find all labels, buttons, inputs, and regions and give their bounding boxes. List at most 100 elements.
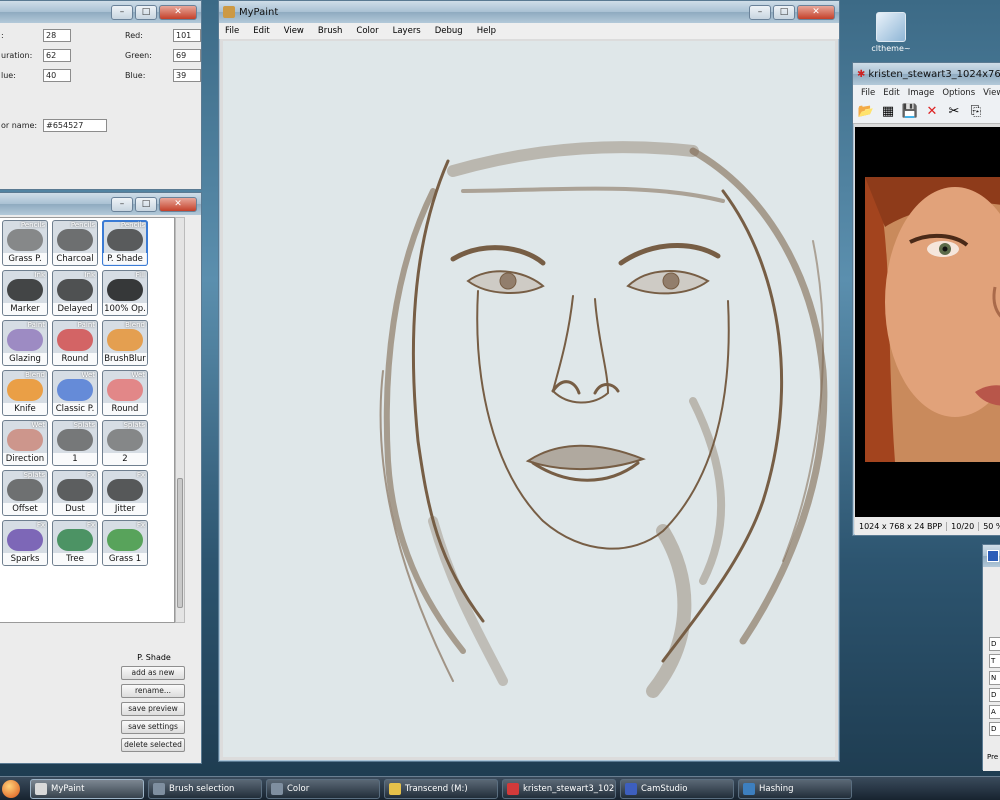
close-icon[interactable]: ✕	[159, 4, 197, 20]
mypaint-titlebar[interactable]: MyPaint – □ ✕	[219, 1, 839, 23]
color-field-input[interactable]: 40	[43, 69, 71, 82]
taskbar-app-icon	[507, 782, 519, 795]
color-name-input[interactable]: #654527	[43, 119, 108, 132]
brush-tile[interactable]: Fill 100% Op.	[102, 270, 148, 316]
taskbar-button[interactable]: Transcend (M:)	[384, 778, 498, 799]
brush-tile[interactable]: Paint Round	[52, 320, 98, 366]
brush-tile[interactable]: Wet Round	[102, 370, 148, 416]
taskbar-app-icon	[153, 782, 165, 795]
brush-tile[interactable]: Splats Offset	[2, 470, 48, 516]
close-icon[interactable]: ✕	[159, 196, 197, 212]
brush-tile[interactable]: Splats 1	[52, 420, 98, 466]
menu-item[interactable]: Image	[908, 88, 935, 98]
color-field-input[interactable]: 28	[43, 29, 71, 42]
menu-item[interactable]: Options	[942, 88, 975, 98]
brush-action-button[interactable]: delete selected	[121, 738, 185, 752]
brush-action-button[interactable]: save settings	[121, 720, 185, 734]
taskbar-button[interactable]: CamStudio	[620, 778, 734, 799]
brush-label: Marker	[3, 303, 47, 315]
brush-tile[interactable]: Fx Sparks	[2, 520, 48, 566]
current-brush-name: P. Shade	[137, 653, 171, 662]
minimize-icon[interactable]: –	[111, 196, 133, 212]
close-icon[interactable]: ✕	[797, 4, 835, 20]
brush-tile[interactable]: Pencils Charcoal	[52, 220, 98, 266]
brush-tile[interactable]: Paint Glazing	[2, 320, 48, 366]
brush-tile[interactable]: Fx Jitter	[102, 470, 148, 516]
menu-item[interactable]: Color	[356, 26, 378, 36]
menu-item[interactable]: Help	[477, 26, 496, 36]
brush-tile[interactable]: Wet Classic P.	[52, 370, 98, 416]
taskbar-button[interactable]: kristen_stewart3_102...	[502, 778, 616, 799]
list-item[interactable]: D	[989, 722, 1000, 736]
menu-item[interactable]: File	[225, 26, 239, 36]
brush-tile[interactable]: Splats 2	[102, 420, 148, 466]
list-item[interactable]: A	[989, 705, 1000, 719]
brush-action-button[interactable]: save preview	[121, 702, 185, 716]
brush-action-button[interactable]: rename...	[121, 684, 185, 698]
menu-item[interactable]: Layers	[393, 26, 421, 36]
brush-label: 2	[103, 453, 147, 465]
brush-action-button[interactable]: add as new	[121, 666, 185, 680]
list-item[interactable]: D	[989, 637, 1000, 651]
brush-tile[interactable]: Fx Grass 1	[102, 520, 148, 566]
save-icon[interactable]: 💾	[901, 103, 919, 121]
taskbar-button[interactable]: MyPaint	[30, 778, 144, 799]
firefox-icon[interactable]	[2, 779, 20, 798]
rgb-field-input[interactable]: 101	[173, 29, 201, 42]
minimize-icon[interactable]: –	[749, 4, 771, 20]
taskbar-button[interactable]: Brush selection	[148, 778, 262, 799]
menu-item[interactable]: Brush	[318, 26, 343, 36]
desktop-icon[interactable]: cltheme~	[868, 12, 914, 53]
list-item[interactable]: N	[989, 671, 1000, 685]
brush-preview-icon	[7, 429, 43, 451]
menu-item[interactable]: View	[983, 88, 1000, 98]
brush-label: Charcoal	[53, 253, 97, 265]
brush-tile[interactable]: Fx Tree	[52, 520, 98, 566]
list-item[interactable]: T	[989, 654, 1000, 668]
taskbar-button[interactable]: Hashing	[738, 778, 852, 799]
menu-item[interactable]: Edit	[253, 26, 269, 36]
maximize-icon[interactable]: □	[773, 4, 795, 20]
scrollbar-thumb[interactable]	[177, 478, 183, 608]
partial-window-titlebar[interactable]	[983, 545, 1000, 567]
image-viewer-titlebar[interactable]: ✱ kristen_stewart3_1024x768.jpg	[853, 63, 1000, 85]
menu-item[interactable]: Edit	[883, 88, 899, 98]
brush-list-scrollbar[interactable]	[175, 217, 185, 623]
maximize-icon[interactable]: □	[135, 196, 157, 212]
minimize-icon[interactable]: –	[111, 4, 133, 20]
menu-item[interactable]: Debug	[435, 26, 463, 36]
cut-icon[interactable]: ✂	[945, 103, 963, 121]
menu-item[interactable]: View	[284, 26, 304, 36]
list-item[interactable]: D	[989, 688, 1000, 702]
brush-category: Wet	[81, 371, 95, 379]
thumbnails-icon[interactable]: ▦	[879, 103, 897, 121]
brush-preview-icon	[57, 479, 93, 501]
paint-canvas[interactable]	[223, 41, 835, 757]
status-field: 10/20	[947, 521, 980, 531]
brush-category: Wet	[31, 421, 45, 429]
brush-category: Fx	[136, 521, 145, 529]
copy-icon[interactable]: ⎘	[967, 103, 985, 121]
rgb-field-input[interactable]: 39	[173, 69, 201, 82]
delete-icon[interactable]: ✕	[923, 103, 941, 121]
brush-tile[interactable]: Pencils Grass P.	[2, 220, 48, 266]
brush-tile[interactable]: Blend BrushBlur	[102, 320, 148, 366]
brush-tile[interactable]: Ink Marker	[2, 270, 48, 316]
brush-category: Splats	[23, 471, 45, 479]
rgb-field-input[interactable]: 69	[173, 49, 201, 62]
menu-item[interactable]: File	[861, 88, 875, 98]
brush-preview-icon	[107, 229, 143, 251]
color-field-label: lue:	[1, 71, 16, 80]
brush-tile[interactable]: Wet Direction	[2, 420, 48, 466]
brush-window-titlebar[interactable]: – □ ✕	[0, 193, 201, 215]
color-window-titlebar[interactable]: – □ ✕	[0, 1, 201, 23]
brush-tile[interactable]: Ink Delayed	[52, 270, 98, 316]
brush-tile[interactable]: Fx Dust	[52, 470, 98, 516]
open-folder-icon[interactable]: 📂	[857, 103, 875, 121]
taskbar-button[interactable]: Color	[266, 778, 380, 799]
brush-category: Pencils	[70, 221, 95, 229]
brush-tile[interactable]: Pencils P. Shade	[102, 220, 148, 266]
maximize-icon[interactable]: □	[135, 4, 157, 20]
color-field-input[interactable]: 62	[43, 49, 71, 62]
brush-tile[interactable]: Blend Knife	[2, 370, 48, 416]
